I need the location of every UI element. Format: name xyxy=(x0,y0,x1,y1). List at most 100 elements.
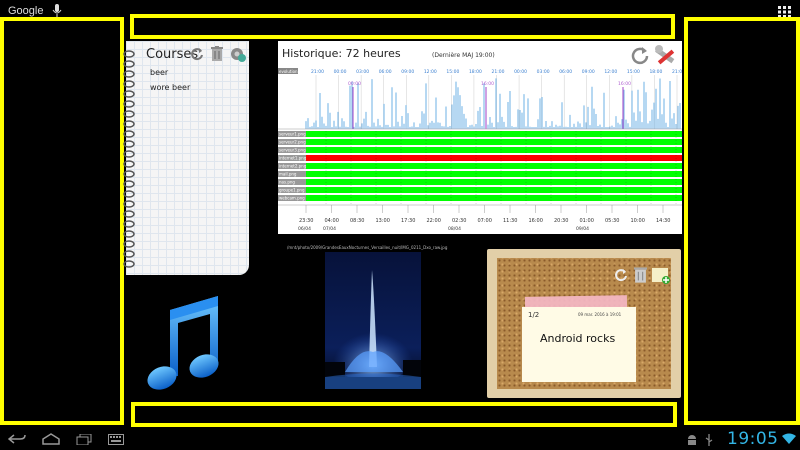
top-drop-zone xyxy=(130,14,675,39)
notepad-spiral-binding xyxy=(123,50,135,268)
spiral-ring xyxy=(123,210,135,218)
top-time-label: 15:00 xyxy=(446,69,459,75)
note-text: Android rocks xyxy=(540,332,616,345)
refresh-icon[interactable] xyxy=(614,268,628,282)
x-tick-label: 04:00 xyxy=(325,218,339,224)
row-label: serveur2.png xyxy=(279,140,306,145)
status-row xyxy=(306,131,682,137)
x-tick-label: 20:30 xyxy=(554,218,568,224)
right-drop-zone xyxy=(684,17,800,425)
list-item[interactable]: wore beer xyxy=(150,83,190,92)
row-label: internet2.png xyxy=(279,164,307,169)
top-time-label: 03:00 xyxy=(537,69,550,75)
spiral-ring xyxy=(123,60,135,68)
shopping-list-widget[interactable]: Courses beer wore beer xyxy=(126,41,249,275)
top-time-label: 12:00 xyxy=(604,69,617,75)
status-row xyxy=(306,171,682,177)
spiral-ring xyxy=(123,160,135,168)
top-time-label: 18:00 xyxy=(649,69,662,75)
last-update-label: (Dernière MAJ 19:00) xyxy=(432,52,495,59)
row-label: serveur3.png xyxy=(279,148,306,153)
spiral-ring xyxy=(123,200,135,208)
x-tick-label: 10:00 xyxy=(631,218,645,224)
status-row xyxy=(306,139,682,145)
photo-path: /mnt/photo/2009/GrandesEauxNocturnes_Ver… xyxy=(287,245,448,250)
note-date: 09 mar. 2016 à 19:01 xyxy=(578,312,622,317)
status-row xyxy=(306,155,682,161)
x-tick-label: 11:30 xyxy=(503,218,517,224)
status-clock: 19:05 xyxy=(727,429,779,449)
row-label: groupe1.png xyxy=(279,188,305,193)
sticky-note[interactable]: 1/2 09 mar. 2016 à 19:01 Android rocks xyxy=(522,307,636,382)
x-tick-label: 14:30 xyxy=(656,218,670,224)
top-time-label: 12:00 xyxy=(424,69,437,75)
history-chart: evolution 21:00 00:00 03:00 06:00 09:00 12:00 1… xyxy=(278,68,682,232)
refresh-icon[interactable] xyxy=(190,47,204,61)
settings-icon[interactable] xyxy=(229,45,247,63)
x-date-label: 09/04 xyxy=(576,226,589,232)
spiral-ring xyxy=(123,180,135,188)
recent-apps-icon[interactable] xyxy=(76,434,92,445)
row-label: evolution xyxy=(279,69,298,74)
x-tick-label: 07:00 xyxy=(478,218,492,224)
top-time-label: 09:00 xyxy=(582,69,595,75)
chart-title: Historique: 72 heures xyxy=(282,47,401,60)
x-date-label: 07/04 xyxy=(323,226,336,232)
row-label: nas.png xyxy=(279,180,295,185)
x-tick-label: 17:30 xyxy=(401,218,415,224)
trash-icon[interactable] xyxy=(211,46,223,61)
top-time-label: 06:00 xyxy=(559,69,572,75)
status-row xyxy=(306,147,682,153)
refresh-icon[interactable] xyxy=(630,45,650,65)
spiral-ring xyxy=(123,140,135,148)
peak-label: 16:00 xyxy=(481,81,494,87)
x-tick-label: 02:30 xyxy=(452,218,466,224)
row-label: serveur1.png xyxy=(279,132,306,137)
top-time-label: 03:00 xyxy=(356,69,369,75)
row-label: webcam.png xyxy=(279,196,305,201)
status-row xyxy=(306,163,682,169)
row-label: internet1.png xyxy=(279,156,307,161)
status-row xyxy=(306,179,682,185)
row-label: mail.png xyxy=(279,172,297,177)
monitoring-history-widget[interactable]: Historique: 72 heures (Dernière MAJ 19:0… xyxy=(278,41,682,234)
spiral-ring xyxy=(123,260,135,268)
spiral-ring xyxy=(123,240,135,248)
spiral-ring xyxy=(123,80,135,88)
left-drop-zone xyxy=(0,17,124,425)
spiral-ring xyxy=(123,170,135,178)
spiral-ring xyxy=(123,90,135,98)
spiral-ring xyxy=(123,230,135,238)
fountain-photo[interactable] xyxy=(325,252,421,389)
google-search-label[interactable]: Google xyxy=(8,5,43,17)
spiral-ring xyxy=(123,220,135,228)
top-time-label: 18:00 xyxy=(469,69,482,75)
x-tick-label: 22:00 xyxy=(427,218,441,224)
spiral-ring xyxy=(123,100,135,108)
peak-label: 00:00 xyxy=(348,81,361,87)
note-page-counter: 1/2 xyxy=(528,311,540,319)
top-time-label: 00:00 xyxy=(334,69,347,75)
trash-icon[interactable] xyxy=(634,266,647,283)
x-tick-label: 08:30 xyxy=(350,218,364,224)
microphone-icon[interactable] xyxy=(52,4,62,18)
keyboard-icon[interactable] xyxy=(108,434,124,445)
music-note-icon[interactable] xyxy=(144,292,224,392)
spiral-ring xyxy=(123,70,135,78)
android-debug-icon xyxy=(688,435,696,445)
x-date-label: 08/04 xyxy=(448,226,461,232)
back-icon[interactable] xyxy=(8,434,26,444)
x-tick-label: 01:00 xyxy=(580,218,594,224)
spiral-ring xyxy=(123,150,135,158)
status-row xyxy=(306,187,682,193)
spiral-ring xyxy=(123,190,135,198)
usb-icon xyxy=(705,434,713,446)
add-note-icon[interactable] xyxy=(652,266,670,284)
x-tick-label: 13:00 xyxy=(376,218,390,224)
list-item[interactable]: beer xyxy=(150,68,168,77)
spiral-ring xyxy=(123,130,135,138)
top-time-label: 15:00 xyxy=(627,69,640,75)
x-date-label: 06/04 xyxy=(298,226,311,232)
home-icon[interactable] xyxy=(42,433,60,445)
status-row xyxy=(306,195,682,201)
